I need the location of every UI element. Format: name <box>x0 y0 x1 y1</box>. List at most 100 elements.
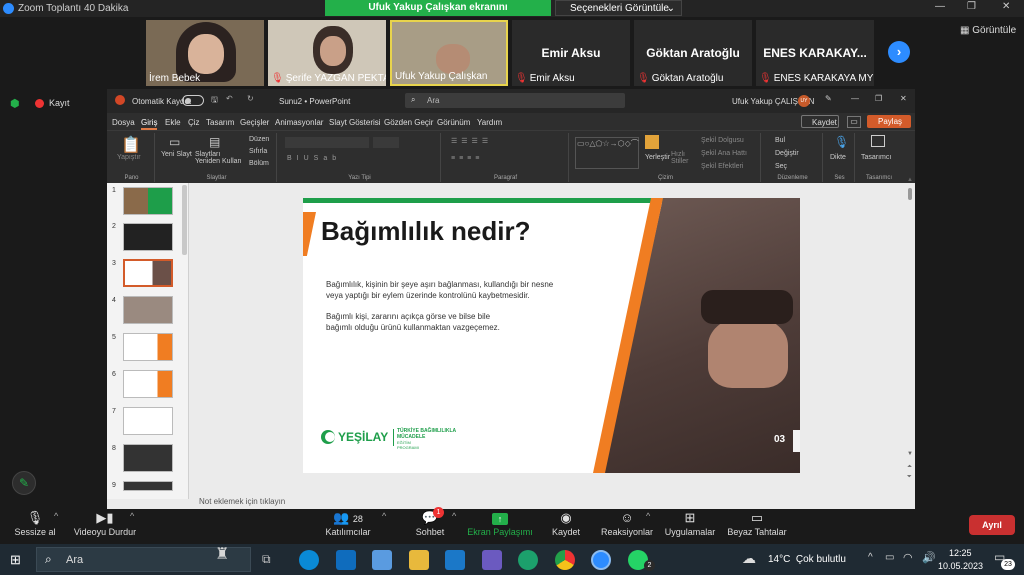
view-options-button[interactable]: Seçenekleri Görüntüle ⌄ <box>555 0 682 16</box>
participant-tile[interactable]: Emir Aksu 🎙 Emir Aksu <box>512 20 630 86</box>
menu-item-tasarim[interactable]: Tasarım <box>206 118 234 127</box>
pen-icon[interactable]: ✎ <box>825 94 832 103</box>
scroll-up-icon[interactable]: ▲ <box>907 177 913 183</box>
slide-thumbnail[interactable] <box>123 370 173 398</box>
next-page-button[interactable]: › <box>888 41 910 63</box>
slide-thumbnail[interactable] <box>123 296 173 324</box>
chevron-up-icon[interactable]: ^ <box>130 511 134 521</box>
autosave-toggle[interactable] <box>182 95 204 106</box>
record-button[interactable]: ◉ Kaydet <box>546 509 586 544</box>
reuse-slides-icon[interactable]: ▤ <box>209 135 220 149</box>
clock-time[interactable]: 12:25 <box>949 548 972 558</box>
new-slide-icon[interactable]: ▭ <box>169 135 180 149</box>
participant-tile[interactable]: Göktan Aratoğlu 🎙 Göktan Aratoğlu <box>634 20 752 86</box>
menu-item-yardim[interactable]: Yardım <box>477 118 502 127</box>
windows-start-icon[interactable]: ⊞ <box>10 552 21 568</box>
menu-item-gozden-gecir[interactable]: Gözden Geçir <box>384 118 433 127</box>
volume-icon[interactable]: 🔊 <box>922 551 936 564</box>
chevron-up-icon[interactable]: ^ <box>382 511 386 521</box>
select-button[interactable]: Seç <box>775 163 787 170</box>
undo-icon[interactable]: ↶ <box>226 94 233 103</box>
slide-thumbnail[interactable] <box>123 444 173 472</box>
scroll-down-icon[interactable]: ▼ <box>907 451 913 457</box>
minimize-window-icon[interactable]: — <box>935 1 945 12</box>
font-size-dropdown[interactable] <box>373 137 399 148</box>
font-family-dropdown[interactable] <box>285 137 369 148</box>
participant-tile-active[interactable]: Ufuk Yakup Çalışkan <box>390 20 508 86</box>
comment-icon[interactable]: ▭ <box>847 116 861 128</box>
mute-button[interactable]: 🎙 Sessize al <box>10 509 60 544</box>
weather-text[interactable]: 14°C Çok bulutlu <box>768 554 846 565</box>
ppt-minimize-icon[interactable]: — <box>851 94 859 103</box>
layout-button[interactable]: Düzen <box>249 136 269 143</box>
user-avatar[interactable]: UY <box>798 95 810 107</box>
chevron-up-icon[interactable]: ^ <box>646 511 650 521</box>
maximize-window-icon[interactable]: ❐ <box>967 1 976 12</box>
menu-item-slayt-gosterisi[interactable]: Slayt Gösterisi <box>329 118 381 127</box>
ppt-share-button[interactable]: Paylaş <box>867 115 911 128</box>
explorer-icon[interactable] <box>409 550 429 570</box>
network-icon[interactable]: ▭ <box>885 552 894 563</box>
slide-vertical-scrollbar[interactable] <box>908 188 912 200</box>
thumbnail-scrollbar[interactable] <box>182 185 187 255</box>
shape-fill-button[interactable]: Şekil Dolgusu <box>701 137 744 144</box>
participant-tile[interactable]: İrem Bebek <box>146 20 264 86</box>
notes-pane[interactable]: Not eklemek için tıklayın <box>195 495 915 509</box>
chat-button[interactable]: 💬 Sohbet <box>408 509 452 544</box>
slide-thumbnail[interactable] <box>123 481 173 491</box>
chevron-up-icon[interactable]: ^ <box>54 511 58 521</box>
menu-item-dosya[interactable]: Dosya <box>112 118 135 127</box>
menu-item-ciz[interactable]: Çiz <box>188 118 200 127</box>
shape-outline-button[interactable]: Şekil Ana Hattı <box>701 150 747 157</box>
participants-button[interactable]: 👥 28 Katılımcılar <box>320 509 376 544</box>
replace-button[interactable]: Değiştir <box>775 150 799 157</box>
zoom-app-icon[interactable] <box>591 550 611 570</box>
next-slide-icon[interactable]: ⏷ <box>907 474 912 481</box>
prev-slide-icon[interactable]: ⏶ <box>907 464 912 471</box>
menu-item-ekle[interactable]: Ekle <box>165 118 181 127</box>
slide-thumbnail[interactable] <box>123 223 173 251</box>
tray-chevron-icon[interactable]: ^ <box>868 552 873 563</box>
list-icons[interactable]: ☰☰☰☰ <box>451 137 492 145</box>
quick-styles-label[interactable]: Hızlı Stiller <box>671 151 695 165</box>
task-view-icon[interactable]: ⧉ <box>262 552 271 567</box>
ppt-restore-icon[interactable]: ❐ <box>875 94 882 103</box>
current-slide[interactable]: Bağımlılık nedir? Bağımlılık, kişinin bi… <box>303 198 800 473</box>
redo-icon[interactable]: ↻ <box>247 94 254 103</box>
save-icon[interactable]: 🖫 <box>211 94 218 108</box>
outlook-icon[interactable] <box>336 550 356 570</box>
shape-effects-button[interactable]: Şekil Efektleri <box>701 163 743 170</box>
designer-icon[interactable] <box>871 135 885 147</box>
ppt-save-button[interactable]: Kaydet <box>801 115 839 128</box>
chevron-up-icon[interactable]: ^ <box>452 511 456 521</box>
wifi-icon[interactable]: ◠ <box>903 551 913 564</box>
font-format-icons[interactable]: BIUSab <box>287 155 341 162</box>
menu-item-gecisler[interactable]: Geçişler <box>240 118 269 127</box>
align-icons[interactable]: ≡≡≡≡ <box>451 155 483 162</box>
share-screen-button[interactable]: ↑ Ekran Paylaşımı <box>466 509 534 544</box>
leave-button[interactable]: Ayrıl <box>969 515 1015 535</box>
reset-button[interactable]: Sıfırla <box>249 148 267 155</box>
whiteboard-button[interactable]: ▭ Beyaz Tahtalar <box>726 509 788 544</box>
apps-button[interactable]: ⊞ Uygulamalar <box>662 509 718 544</box>
chrome-icon[interactable] <box>555 550 575 570</box>
ppt-search-box[interactable]: ⌕ Ara <box>405 93 625 108</box>
paste-icon[interactable]: 📋 <box>121 135 141 155</box>
arrange-icon[interactable] <box>645 135 659 149</box>
edge-icon[interactable] <box>518 550 538 570</box>
slide-thumbnail[interactable] <box>123 333 173 361</box>
participant-tile[interactable]: ENES KARAKAY... 🎙 ENES KARAKAYA MYİ <box>756 20 874 86</box>
microphone-icon[interactable]: 🎙 <box>834 135 849 149</box>
slide-thumbnail[interactable] <box>123 187 173 215</box>
find-button[interactable]: Bul <box>775 137 785 144</box>
close-window-icon[interactable]: ✕ <box>1002 1 1010 12</box>
menu-item-gorunum[interactable]: Görünüm <box>437 118 470 127</box>
teams-icon[interactable] <box>482 550 502 570</box>
participant-tile[interactable]: 🎙 Şerife YAZGAN PEKTAŞ <box>268 20 386 86</box>
mail-icon[interactable] <box>445 550 465 570</box>
menu-item-animasyonlar[interactable]: Animasyonlar <box>275 118 323 127</box>
annotate-button[interactable]: ✎ <box>12 471 36 495</box>
menu-item-giris[interactable]: Giriş <box>141 118 158 130</box>
shapes-gallery[interactable]: ▭○△⬠☆→⬡◇⌒ <box>575 137 639 169</box>
slide-thumbnail[interactable] <box>123 407 173 435</box>
